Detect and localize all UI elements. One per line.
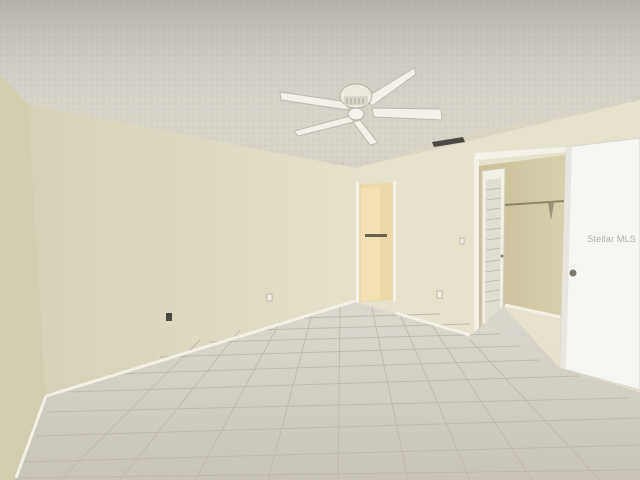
hallway-doorway [356, 181, 396, 304]
door-handle [569, 269, 577, 277]
wall-outlet [166, 313, 172, 321]
open-room-door[interactable] [559, 137, 640, 391]
fan-light-cap [347, 107, 365, 121]
light-switch[interactable] [459, 237, 465, 245]
bedroom-photo: Stellar MLS [0, 0, 640, 480]
wall-outlet [436, 290, 443, 299]
watermark: Stellar MLS [587, 234, 636, 244]
towel-bar [365, 234, 387, 237]
wall-outlet [266, 293, 273, 302]
room-illustration [0, 0, 640, 480]
door-knob [500, 254, 504, 258]
